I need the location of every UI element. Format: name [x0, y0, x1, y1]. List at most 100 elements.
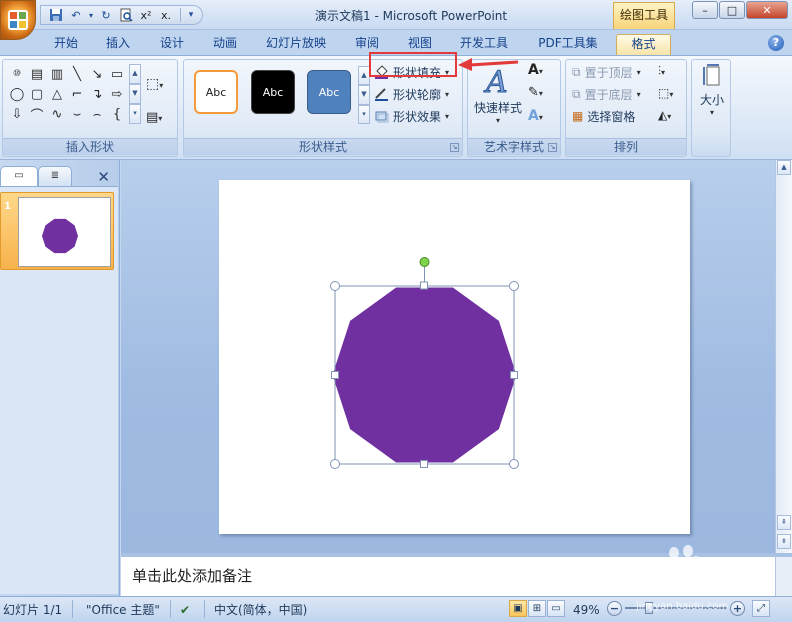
shape-effects-button[interactable]: 形状效果 ▾: [374, 106, 449, 126]
group-objects-icon[interactable]: ⬚▾: [658, 86, 673, 100]
save-icon[interactable]: [47, 7, 65, 23]
align-icon[interactable]: ⫶▾: [658, 64, 665, 79]
brace-shape-icon[interactable]: {: [107, 104, 127, 124]
freeform-shape-icon[interactable]: ⌒: [27, 104, 47, 124]
rectangle-shape-icon[interactable]: ▭: [107, 64, 127, 84]
customize-qat-icon[interactable]: ▾: [186, 7, 196, 23]
redo-icon[interactable]: ↻: [97, 7, 115, 23]
curve-shape-icon[interactable]: ⌣: [67, 104, 87, 124]
tab-pdf-tools[interactable]: PDF工具集: [528, 34, 608, 55]
size-button[interactable]: 大小 ▾: [696, 64, 728, 117]
rotate-icon[interactable]: ◭▾: [658, 108, 671, 122]
shape-styles-launcher-icon[interactable]: ↘: [450, 143, 459, 152]
right-arrow-shape-icon[interactable]: ⇨: [107, 84, 127, 104]
svg-text:jingyan.baidu.com: jingyan.baidu.com: [635, 601, 728, 612]
baidu-paw-logo: Baidu 经验 jingyan.baidu.com: [610, 545, 750, 612]
styles-down-icon[interactable]: ▼: [358, 85, 370, 105]
resize-handle-top[interactable]: [420, 281, 428, 290]
wordart-launcher-icon[interactable]: ↘: [548, 143, 557, 152]
undo-dropdown-icon[interactable]: ▾: [87, 7, 95, 23]
slide[interactable]: [219, 180, 690, 534]
shape-style-orange-outline[interactable]: Abc: [194, 70, 238, 114]
rounded-rect-shape-icon[interactable]: ▢: [27, 84, 47, 104]
thumbnail-decagon-shape: [42, 218, 78, 254]
textbox-icon[interactable]: ▤▾: [146, 110, 162, 125]
maximize-button[interactable]: □: [719, 1, 745, 19]
resize-handle-right[interactable]: [510, 371, 518, 379]
resize-handle-tl[interactable]: [330, 281, 340, 291]
scroll-up-icon[interactable]: ▲: [777, 160, 791, 175]
slide-sorter-view-button[interactable]: ⊞: [528, 600, 546, 617]
group-insert-shapes: ⑩ ▤ ▥ ╲ ↘ ▭ ◯ ▢ △ ⌐ ↴ ⇨ ⇩ ⌒ ∿ ⌣ ⌢ { ▲ ▼ …: [2, 59, 178, 157]
arc-shape-icon[interactable]: ⌢: [87, 104, 107, 124]
text-outline-icon[interactable]: ✎▾: [528, 85, 543, 100]
spell-check-icon[interactable]: ✔: [180, 601, 190, 619]
textbox-shape-icon[interactable]: ⑩: [7, 64, 27, 84]
gallery-down-icon[interactable]: ▼: [129, 84, 141, 104]
slide-thumbnail[interactable]: [18, 197, 111, 267]
zoom-level[interactable]: 49%: [573, 601, 600, 619]
size-icon: [703, 64, 720, 86]
textbox-vertical-icon[interactable]: ▥: [47, 64, 67, 84]
send-to-back-button[interactable]: ⧉ 置于底层 ▾: [572, 84, 641, 104]
shape-outline-button[interactable]: 形状轮廓 ▾: [374, 84, 449, 104]
resize-handle-left[interactable]: [331, 371, 339, 379]
status-separator: [170, 600, 171, 618]
text-effects-icon[interactable]: A▾: [528, 108, 543, 124]
resize-handle-bl[interactable]: [330, 459, 340, 469]
bring-to-front-button[interactable]: ⧉ 置于顶层 ▾: [572, 62, 641, 82]
tab-design[interactable]: 设计: [150, 34, 194, 55]
slides-tab[interactable]: ▭: [0, 166, 38, 186]
undo-icon[interactable]: ↶: [67, 7, 85, 23]
edit-shape-icon[interactable]: ⬚▾: [146, 76, 163, 92]
vertical-scrollbar[interactable]: ▲ ⇞ ⇟: [775, 160, 792, 553]
close-pane-icon[interactable]: ✕: [97, 168, 110, 186]
selection-pane-button[interactable]: ▦ 选择窗格: [572, 106, 635, 126]
bring-front-icon: ⧉: [572, 64, 581, 79]
triangle-shape-icon[interactable]: △: [47, 84, 67, 104]
line-shape-icon[interactable]: ╲: [67, 64, 87, 84]
textbox-horizontal-icon[interactable]: ▤: [27, 64, 47, 84]
rotation-handle[interactable]: [419, 257, 430, 267]
shape-style-blue[interactable]: Abc: [307, 70, 351, 114]
normal-view-button[interactable]: ▣: [509, 600, 527, 617]
text-fill-icon[interactable]: A▾: [528, 62, 543, 78]
decagon-shape[interactable]: [332, 287, 517, 463]
styles-more-icon[interactable]: ▾: [358, 104, 370, 124]
tab-slideshow[interactable]: 幻灯片放映: [258, 34, 334, 55]
arrow-line-shape-icon[interactable]: ↘: [87, 64, 107, 84]
superscript-icon[interactable]: x²: [137, 7, 155, 23]
slide-thumbnail-selected[interactable]: 1: [0, 192, 114, 270]
svg-text:经验: 经验: [706, 571, 750, 597]
slideshow-view-button[interactable]: ▭: [547, 600, 565, 617]
quick-styles-button[interactable]: A 快速样式 ▾: [472, 64, 524, 126]
close-button[interactable]: ✕: [746, 1, 788, 19]
tab-insert[interactable]: 插入: [96, 34, 140, 55]
gallery-up-icon[interactable]: ▲: [129, 64, 141, 84]
tab-format[interactable]: 格式: [616, 34, 671, 55]
outline-tab[interactable]: ≣: [38, 166, 72, 186]
resize-handle-br[interactable]: [509, 459, 519, 469]
shape-style-black[interactable]: Abc: [251, 70, 295, 114]
resize-handle-tr[interactable]: [509, 281, 519, 291]
resize-handle-bottom[interactable]: [420, 460, 428, 468]
tab-animations[interactable]: 动画: [203, 34, 247, 55]
elbow-arrow-icon[interactable]: ↴: [87, 84, 107, 104]
scribble-shape-icon[interactable]: ∿: [47, 104, 67, 124]
tab-developer[interactable]: 开发工具: [452, 34, 516, 55]
elbow-connector-icon[interactable]: ⌐: [67, 84, 87, 104]
help-icon[interactable]: ?: [768, 35, 784, 51]
print-preview-icon[interactable]: [117, 7, 135, 23]
shapes-gallery-scroll[interactable]: ▲ ▼ ▾: [129, 64, 141, 124]
clear-icon[interactable]: x.: [157, 7, 175, 23]
oval-shape-icon[interactable]: ◯: [7, 84, 27, 104]
gallery-more-icon[interactable]: ▾: [129, 104, 141, 124]
language-indicator[interactable]: 中文(简体，中国): [214, 601, 307, 619]
group-label-arrange: 排列: [566, 138, 686, 155]
down-arrow-shape-icon[interactable]: ⇩: [7, 104, 27, 124]
tab-home[interactable]: 开始: [44, 34, 88, 55]
minimize-button[interactable]: –: [692, 1, 718, 19]
prev-slide-icon[interactable]: ⇞: [777, 515, 791, 530]
shapes-gallery: ⑩ ▤ ▥ ╲ ↘ ▭ ◯ ▢ △ ⌐ ↴ ⇨ ⇩ ⌒ ∿ ⌣ ⌢ {: [7, 64, 127, 124]
notes-placeholder[interactable]: 单击此处添加备注: [132, 565, 252, 586]
